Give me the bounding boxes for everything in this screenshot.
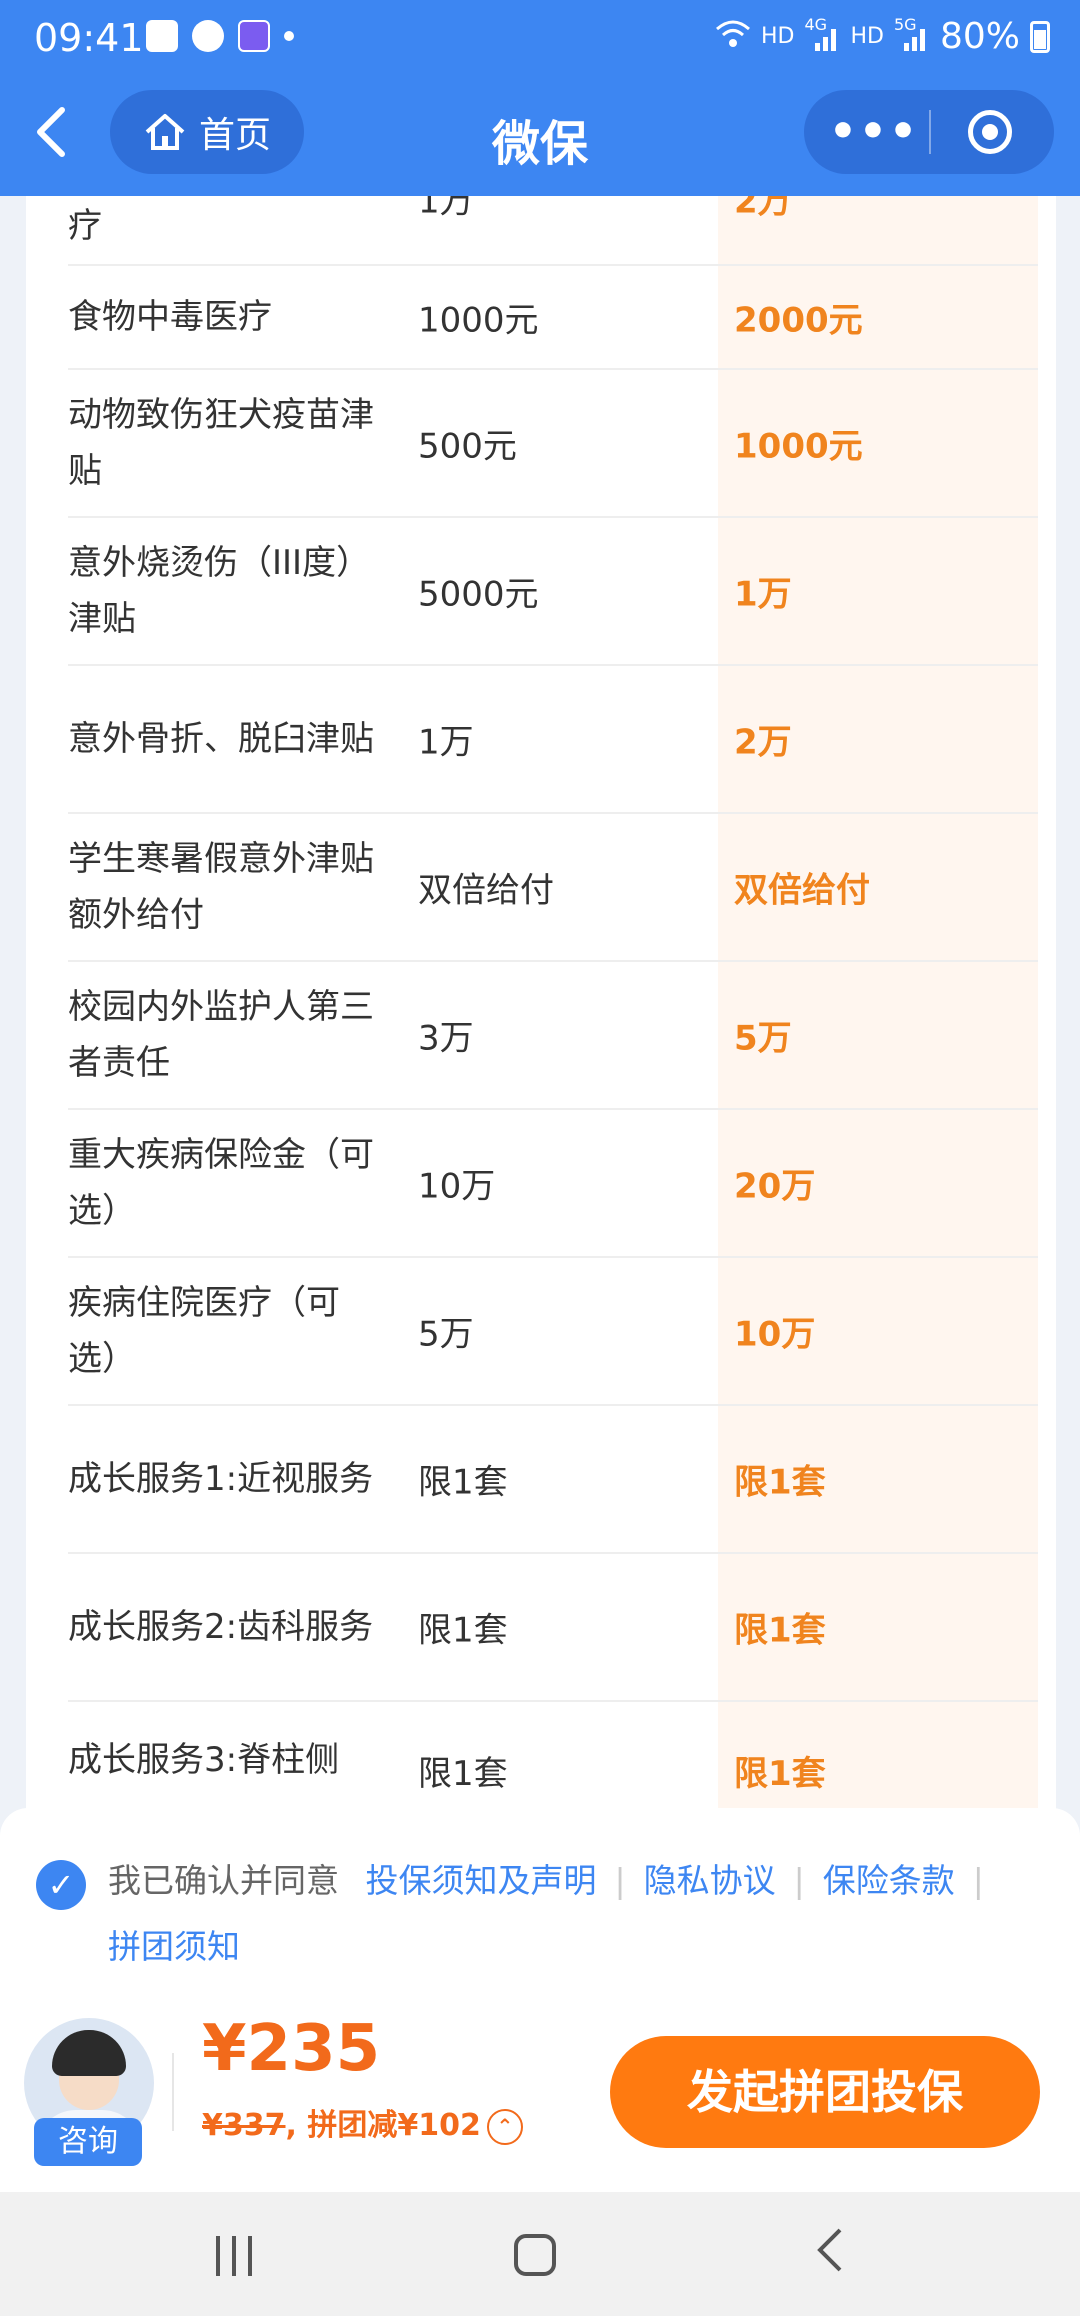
home-nav-icon[interactable]: [514, 2234, 556, 2276]
coverage-name: 成长服务2:齿科服务: [68, 1607, 374, 1647]
more-icon[interactable]: •••: [824, 90, 924, 174]
notification-icons: [146, 20, 294, 52]
agreement-line: ✓ 我已确认并同意 投保须知及声明 | 隐私协议 | 保险条款 | 拼团须知: [36, 1848, 1046, 1980]
basic-amount: 双倍给付: [418, 870, 554, 911]
capsule-divider: [929, 110, 931, 154]
divider: |: [614, 1861, 626, 1900]
agree-checkbox-icon[interactable]: ✓: [36, 1860, 86, 1910]
divider: |: [793, 1861, 805, 1900]
recent-apps-icon[interactable]: [214, 2236, 254, 2276]
divider: [172, 2053, 174, 2131]
basic-amount: 限1套: [418, 1462, 508, 1503]
link-insurance-notice[interactable]: 投保须知及声明: [366, 1861, 597, 1900]
original-price: ¥337: [202, 2108, 286, 2143]
premium-amount: 2000元: [734, 300, 863, 341]
basic-amount: 10万: [418, 1166, 496, 1207]
coverage-name: 成长服务1:近视服务: [68, 1459, 374, 1499]
table-row: 动物致伤狂犬疫苗津贴 500元 1000元: [68, 370, 1038, 518]
premium-amount: 双倍给付: [734, 870, 870, 911]
basic-amount: 1万: [418, 196, 474, 222]
avatar-hair: [52, 2030, 126, 2076]
basic-amount: 500元: [418, 426, 517, 467]
status-right: HD 4G HD 5G 80%: [715, 15, 1050, 57]
basic-amount: 5000元: [418, 574, 539, 615]
agreement-prefix: 我已确认并同意: [108, 1861, 339, 1900]
coverage-name: 校园内外监护人第三者责任: [68, 987, 374, 1083]
coverage-name: 疾病住院医疗（可选）: [68, 1283, 340, 1379]
table-row: 成长服务3:脊柱侧 限1套 限1套: [68, 1702, 1038, 1816]
table-row: 成长服务2:齿科服务 限1套 限1套: [68, 1554, 1038, 1702]
hd-label-1: HD: [761, 24, 795, 49]
table-row: 意外烧烫伤（III度）津贴 5000元 1万: [68, 518, 1038, 666]
coverage-name: 动物致伤狂犬疫苗津贴: [68, 395, 374, 491]
basic-amount: 限1套: [418, 1754, 508, 1794]
wifi-icon: [715, 19, 751, 55]
app-notification-icon: [238, 20, 270, 52]
signal-5g-icon: 5G: [894, 15, 930, 53]
chevron-up-icon[interactable]: ⌃: [486, 2108, 523, 2145]
coverage-name: 成长服务3:脊柱侧: [68, 1740, 340, 1780]
premium-amount: 2万: [734, 722, 792, 763]
battery-icon: [1030, 20, 1050, 53]
premium-amount: 20万: [734, 1166, 816, 1207]
gallery-icon: [146, 20, 178, 52]
purchase-panel: ✓ 我已确认并同意 投保须知及声明 | 隐私协议 | 保险条款 | 拼团须知 咨询 ¥235…: [0, 1808, 1080, 2192]
coverage-name: 意外烧烫伤（III度）津贴: [68, 543, 371, 639]
link-group-notice[interactable]: 拼团须知: [108, 1927, 240, 1966]
status-bar: 09:41 HD 4G HD 5G 80%: [0, 0, 1080, 78]
table-row: 意外伤害美容缝合医疗 1万 2万: [68, 196, 1038, 266]
agreement-text: 我已确认并同意 投保须知及声明 | 隐私协议 | 保险条款 | 拼团须知: [108, 1848, 1046, 1980]
signal-4g-icon: 4G: [805, 15, 841, 53]
start-group-insurance-button[interactable]: 发起拼团投保: [610, 2036, 1040, 2148]
table-row: 疾病住院医疗（可选） 5万 10万: [68, 1258, 1038, 1406]
premium-amount: 1万: [734, 574, 792, 615]
premium-amount: 10万: [734, 1314, 816, 1355]
more-notifications-dot-icon: [284, 31, 294, 41]
table-row: 成长服务1:近视服务 限1套 限1套: [68, 1406, 1038, 1554]
table-row: 食物中毒医疗 1000元 2000元: [68, 266, 1038, 370]
basic-amount: 1000元: [418, 300, 539, 341]
close-mini-program-icon[interactable]: [968, 110, 1012, 154]
message-icon: [192, 20, 224, 52]
basic-amount: 5万: [418, 1314, 474, 1355]
top-bar: 09:41 HD 4G HD 5G 80% 首页 微保 •••: [0, 0, 1080, 196]
premium-amount: 1000元: [734, 426, 863, 467]
coverage-name: 重大疾病保险金（可选）: [68, 1135, 374, 1231]
premium-amount: 限1套: [734, 1610, 826, 1651]
table-row: 意外骨折、脱臼津贴 1万 2万: [68, 666, 1038, 814]
table-row: 学生寒暑假意外津贴额外给付 双倍给付 双倍给付: [68, 814, 1038, 962]
discount-text: , 拼团减¥102: [285, 2108, 481, 2143]
premium-amount: 限1套: [734, 1462, 826, 1503]
table-row: 重大疾病保险金（可选） 10万 20万: [68, 1110, 1038, 1258]
basic-amount: 限1套: [418, 1610, 508, 1651]
premium-amount: 限1套: [734, 1754, 826, 1794]
coverage-table: 意外伤害美容缝合医疗 1万 2万 食物中毒医疗 1000元 2000元 动物致伤…: [26, 196, 1056, 1816]
link-insurance-terms[interactable]: 保险条款: [823, 1861, 955, 1900]
status-time: 09:41: [34, 16, 144, 60]
table-row: 校园内外监护人第三者责任 3万 5万: [68, 962, 1038, 1110]
coverage-name: 学生寒暑假意外津贴额外给付: [68, 839, 374, 935]
coverage-name: 食物中毒医疗: [68, 297, 272, 337]
basic-amount: 1万: [418, 722, 474, 763]
premium-amount: 5万: [734, 1018, 792, 1059]
consult-button[interactable]: 咨询: [34, 2118, 142, 2166]
divider: |: [972, 1861, 984, 1900]
coverage-name: 意外骨折、脱臼津贴: [68, 719, 374, 759]
price-detail[interactable]: ¥337, 拼团减¥102 ⌃: [202, 2100, 523, 2145]
capsule-menu: •••: [804, 90, 1054, 174]
hd-label-2: HD: [850, 24, 884, 49]
back-nav-icon[interactable]: [812, 2222, 848, 2291]
mini-program-nav: 首页 微保 •••: [0, 86, 1080, 186]
basic-amount: 3万: [418, 1018, 474, 1059]
link-privacy-agreement[interactable]: 隐私协议: [644, 1861, 776, 1900]
system-nav-bar: [0, 2192, 1080, 2316]
group-price: ¥235: [202, 2012, 381, 2086]
battery-percent: 80%: [939, 16, 1020, 57]
premium-amount: 2万: [734, 196, 792, 222]
coverage-name: 意外伤害美容缝合医疗: [68, 206, 102, 246]
